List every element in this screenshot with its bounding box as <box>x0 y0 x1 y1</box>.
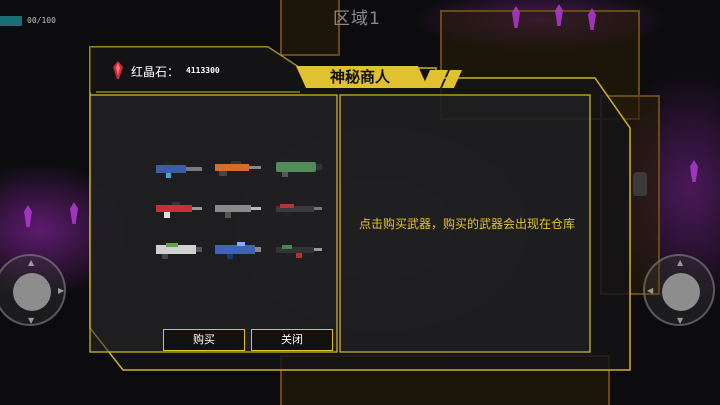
currency-label: 红晶石： <box>131 65 180 79</box>
green-rifle-icon[interactable] <box>274 239 324 261</box>
arrow-up-icon: ▲ <box>28 258 35 267</box>
arrow-right-icon: ▶ <box>58 286 65 295</box>
arrow-left-icon: ◀ <box>647 286 654 295</box>
red-rifle-icon[interactable] <box>154 198 204 220</box>
shop-title: 神秘商人 <box>329 68 390 86</box>
dungeon-wall <box>280 0 340 56</box>
crystal-decoration <box>70 202 78 224</box>
close-button[interactable]: 关闭 <box>251 329 333 351</box>
crystal-decoration <box>690 160 698 182</box>
hp-text: 00/100 <box>27 16 56 25</box>
arrow-down-icon: ▼ <box>28 316 35 325</box>
orange-rifle-icon[interactable] <box>213 157 263 179</box>
joystick-knob[interactable] <box>662 273 700 311</box>
crystal-decoration <box>24 205 32 227</box>
hp-bar <box>0 16 22 26</box>
green-cannon-icon[interactable] <box>154 239 204 261</box>
red-crystal-icon <box>113 61 123 79</box>
gray-rifle-icon[interactable] <box>213 198 263 220</box>
shop-description: 点击购买武器，购买的武器会出现在仓库 <box>358 217 575 231</box>
blue-cannon-icon[interactable] <box>213 239 263 261</box>
blue-smg-icon[interactable] <box>154 157 204 179</box>
aim-joystick[interactable]: ▲ ◀ ▼ <box>643 254 715 326</box>
player-character <box>633 172 647 196</box>
game-background <box>0 0 720 405</box>
dungeon-wall <box>280 355 610 405</box>
zone-title: 区域1 <box>333 9 381 29</box>
arrow-up-icon: ▲ <box>677 258 684 267</box>
dungeon-wall <box>600 95 660 295</box>
green-launcher-icon[interactable] <box>274 157 324 179</box>
currency-value: 4113300 <box>186 66 220 75</box>
buy-button[interactable]: 购买 <box>163 329 245 351</box>
joystick-knob[interactable] <box>13 273 51 311</box>
red-shotgun-icon[interactable] <box>274 198 324 220</box>
arrow-down-icon: ▼ <box>677 316 684 325</box>
